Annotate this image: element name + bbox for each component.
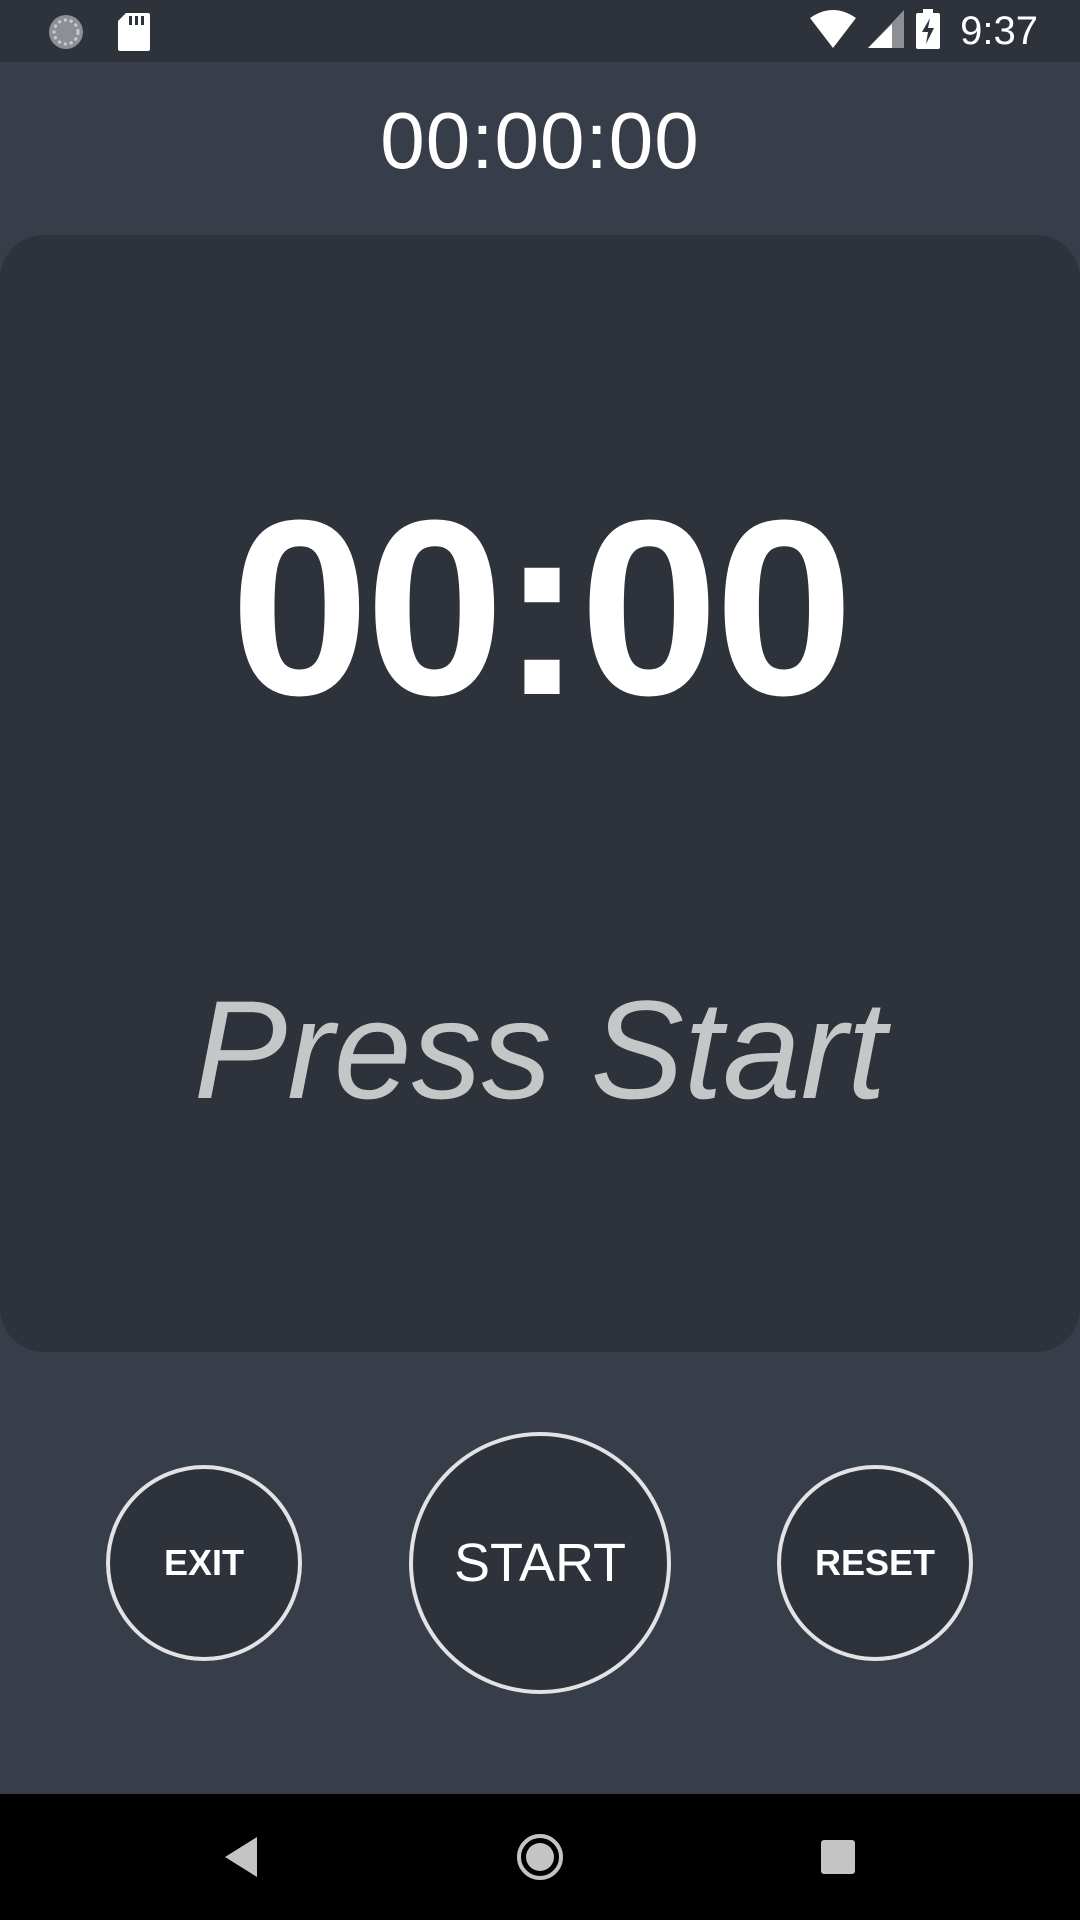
reset-button-label: RESET bbox=[814, 1542, 936, 1583]
timer-screen: 9:37 00:00:00 00:00 Press Start EXIT STA… bbox=[0, 0, 1080, 1920]
sync-icon bbox=[46, 12, 86, 57]
status-time: 9:37 bbox=[960, 8, 1038, 53]
reset-button[interactable]: RESET bbox=[777, 1465, 973, 1661]
sd-card-icon bbox=[118, 13, 150, 56]
cell-signal-icon bbox=[868, 9, 905, 53]
back-icon[interactable] bbox=[206, 1822, 276, 1892]
home-icon[interactable] bbox=[505, 1822, 575, 1892]
exit-button-label: EXIT bbox=[163, 1542, 244, 1583]
battery-charging-icon bbox=[916, 8, 941, 54]
current-time-display: 00:00 bbox=[230, 468, 853, 747]
total-elapsed-time: 00:00:00 bbox=[380, 96, 700, 185]
navigation-bar bbox=[0, 1794, 1080, 1920]
status-prompt: Press Start bbox=[193, 971, 887, 1128]
exit-button[interactable]: EXIT bbox=[106, 1465, 302, 1661]
recents-icon[interactable] bbox=[803, 1822, 873, 1892]
wifi-icon bbox=[810, 9, 857, 53]
start-button-label: START bbox=[453, 1533, 627, 1593]
timer-card: 00:00 Press Start bbox=[0, 235, 1080, 1352]
start-button[interactable]: START bbox=[409, 1432, 671, 1694]
status-bar: 9:37 bbox=[0, 0, 1080, 62]
